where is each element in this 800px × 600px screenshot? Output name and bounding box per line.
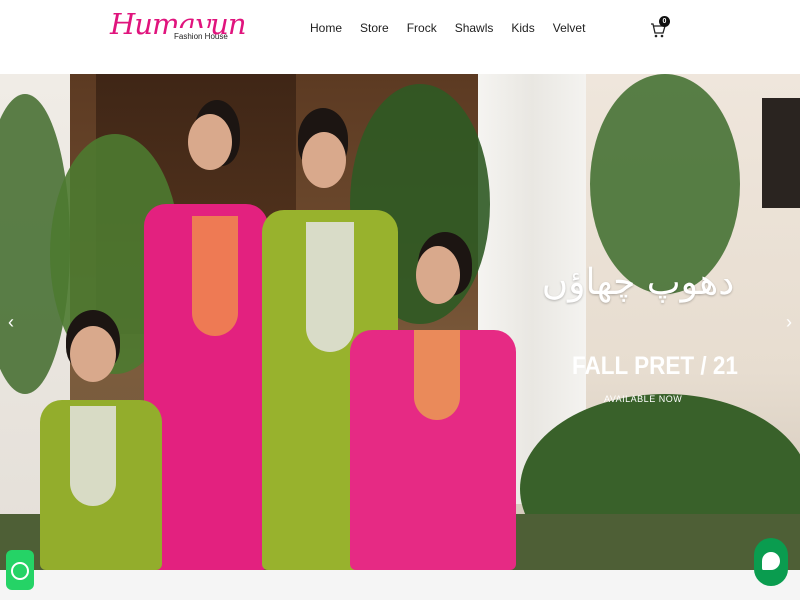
whatsapp-button[interactable] bbox=[6, 550, 34, 590]
chat-icon bbox=[762, 552, 780, 570]
nav-store[interactable]: Store bbox=[360, 20, 389, 36]
nav-kids[interactable]: Kids bbox=[511, 20, 534, 36]
chevron-right-icon: › bbox=[786, 312, 792, 332]
slider-prev-button[interactable]: ‹ bbox=[4, 312, 18, 332]
brand-logo[interactable]: Humayun Fashion House bbox=[110, 10, 246, 64]
logo-subtitle: Fashion House bbox=[174, 32, 228, 41]
page-footer-strip bbox=[0, 570, 800, 600]
hero-urdu-title: دھوپ چھاؤں bbox=[541, 262, 735, 303]
hero-promo-subtitle[interactable]: AVAILABLE NOW bbox=[604, 394, 682, 404]
nav-home[interactable]: Home bbox=[310, 20, 342, 36]
chevron-left-icon: ‹ bbox=[8, 312, 14, 332]
nav-shawls[interactable]: Shawls bbox=[455, 20, 494, 36]
hero-banner[interactable]: دھوپ چھاؤں FALL PRET / 21 AVAILABLE NOW … bbox=[0, 74, 800, 570]
slider-next-button[interactable]: › bbox=[782, 312, 796, 332]
cart-count-badge: 0 bbox=[659, 16, 670, 27]
nav-frock[interactable]: Frock bbox=[407, 20, 437, 36]
site-header: Humayun Fashion House Home Store Frock S… bbox=[0, 0, 800, 74]
hero-promo-title: FALL PRET / 21 bbox=[572, 352, 738, 380]
whatsapp-icon bbox=[11, 562, 29, 580]
cart-button[interactable]: 0 bbox=[650, 16, 670, 40]
main-nav: Home Store Frock Shawls Kids Velvet bbox=[310, 20, 603, 36]
nav-velvet[interactable]: Velvet bbox=[553, 20, 586, 36]
chat-button[interactable] bbox=[754, 538, 788, 586]
